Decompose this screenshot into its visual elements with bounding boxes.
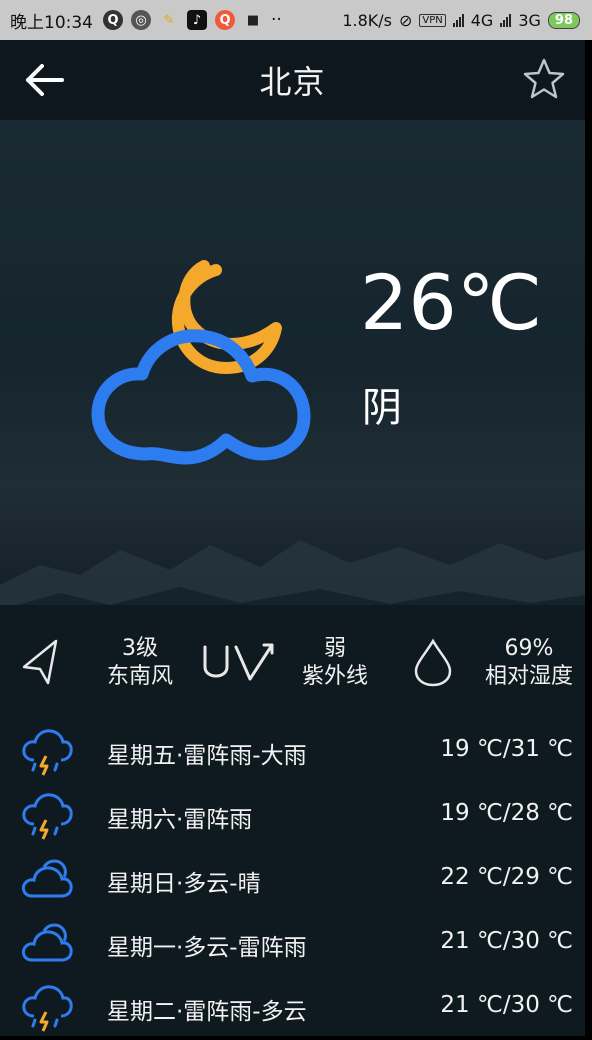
notification-icons: Q ◎ ✎ ♪ Q ■ ·· <box>103 10 282 30</box>
cloud-moon-icon <box>91 260 311 465</box>
page-title: 北京 <box>259 63 326 101</box>
cloudy-icon <box>21 859 73 898</box>
water-drop-icon <box>414 638 452 687</box>
app-circle-icon: ◎ <box>131 10 151 30</box>
forecast-temp: 19 ℃/31 ℃ <box>440 736 573 762</box>
current-temperature: 26℃ <box>360 258 543 347</box>
uv-level: 弱 <box>323 636 346 661</box>
app-search-icon: Q <box>215 10 235 30</box>
thunderstorm-icon <box>22 729 73 776</box>
app-ribbon-icon: ✎ <box>163 12 175 28</box>
details-row: 3级 东南风 弱 紫外线 69% 相对湿度 <box>0 605 585 720</box>
battery-icon: 98 <box>547 11 580 29</box>
back-arrow-icon[interactable] <box>22 60 66 100</box>
tiktok-icon: ♪ <box>187 10 207 30</box>
thunderstorm-icon <box>22 793 73 840</box>
network-type-2: 3G <box>518 10 541 30</box>
vpn-badge: VPN <box>419 13 446 27</box>
weather-app: 北京 26℃ 阴 3级 东南风 弱 紫外线 69% 相对湿度 星期五·雷阵雨-大… <box>0 40 585 1036</box>
humidity-info: 69% 相对湿度 <box>476 635 582 691</box>
humidity-label: 相对湿度 <box>484 664 573 689</box>
forecast-list: 星期五·雷阵雨-大雨 19 ℃/31 ℃ 星期六·雷阵雨 19 ℃/28 ℃ 星… <box>0 720 585 1036</box>
uv-info: 弱 紫外线 <box>292 635 378 691</box>
cloudy-icon <box>21 923 73 962</box>
network-type-1: 4G <box>470 10 494 30</box>
app-q-icon: Q <box>103 10 123 30</box>
thunderstorm-icon <box>22 985 73 1032</box>
forecast-temp: 21 ℃/30 ℃ <box>440 992 573 1018</box>
forecast-row[interactable]: 星期日·多云-晴 22 ℃/29 ℃ <box>0 848 585 912</box>
forecast-row[interactable]: 星期一·多云-雷阵雨 21 ℃/30 ℃ <box>0 912 585 976</box>
wind-direction: 东南风 <box>106 664 173 689</box>
wind-direction-icon <box>22 639 58 685</box>
forecast-row[interactable]: 星期六·雷阵雨 19 ℃/28 ℃ <box>0 784 585 848</box>
forecast-temp: 22 ℃/29 ℃ <box>440 864 573 890</box>
favorite-star-icon[interactable] <box>521 56 567 102</box>
forecast-day: 星期五·雷阵雨-大雨 <box>107 743 307 769</box>
current-condition: 阴 <box>362 385 402 431</box>
forecast-row[interactable]: 星期五·雷阵雨-大雨 19 ℃/31 ℃ <box>0 720 585 784</box>
status-time: 晚上10:34 <box>10 12 93 33</box>
forecast-row[interactable]: 星期二·雷阵雨-多云 21 ℃/30 ℃ <box>0 976 585 1040</box>
signal-icon-2 <box>500 13 512 27</box>
humidity-value: 69% <box>504 636 554 661</box>
forecast-day: 星期日·多云-晴 <box>107 871 261 897</box>
forecast-day: 星期六·雷阵雨 <box>107 807 253 833</box>
status-right: 1.8K/s ⊘ VPN 4G 3G 98 <box>342 11 580 30</box>
net-speed: 1.8K/s <box>342 10 392 30</box>
forecast-day: 星期二·雷阵雨-多云 <box>107 999 307 1025</box>
wind-level: 3级 <box>122 636 158 661</box>
forecast-temp: 21 ℃/30 ℃ <box>440 928 573 954</box>
more-dots-icon: ·· <box>271 10 282 30</box>
top-bar: 北京 <box>0 40 585 120</box>
wind-info: 3级 东南风 <box>92 635 188 691</box>
status-bar: 晚上10:34 Q ◎ ✎ ♪ Q ■ ·· 1.8K/s ⊘ VPN 4G 3… <box>0 0 592 40</box>
video-icon: ■ <box>246 12 260 28</box>
uv-label: 紫外线 <box>301 664 368 689</box>
alarm-off-icon: ⊘ <box>398 10 413 30</box>
uv-icon <box>203 643 274 681</box>
signal-icon <box>452 13 464 27</box>
forecast-day: 星期一·多云-雷阵雨 <box>107 935 307 961</box>
forecast-temp: 19 ℃/28 ℃ <box>440 800 573 826</box>
